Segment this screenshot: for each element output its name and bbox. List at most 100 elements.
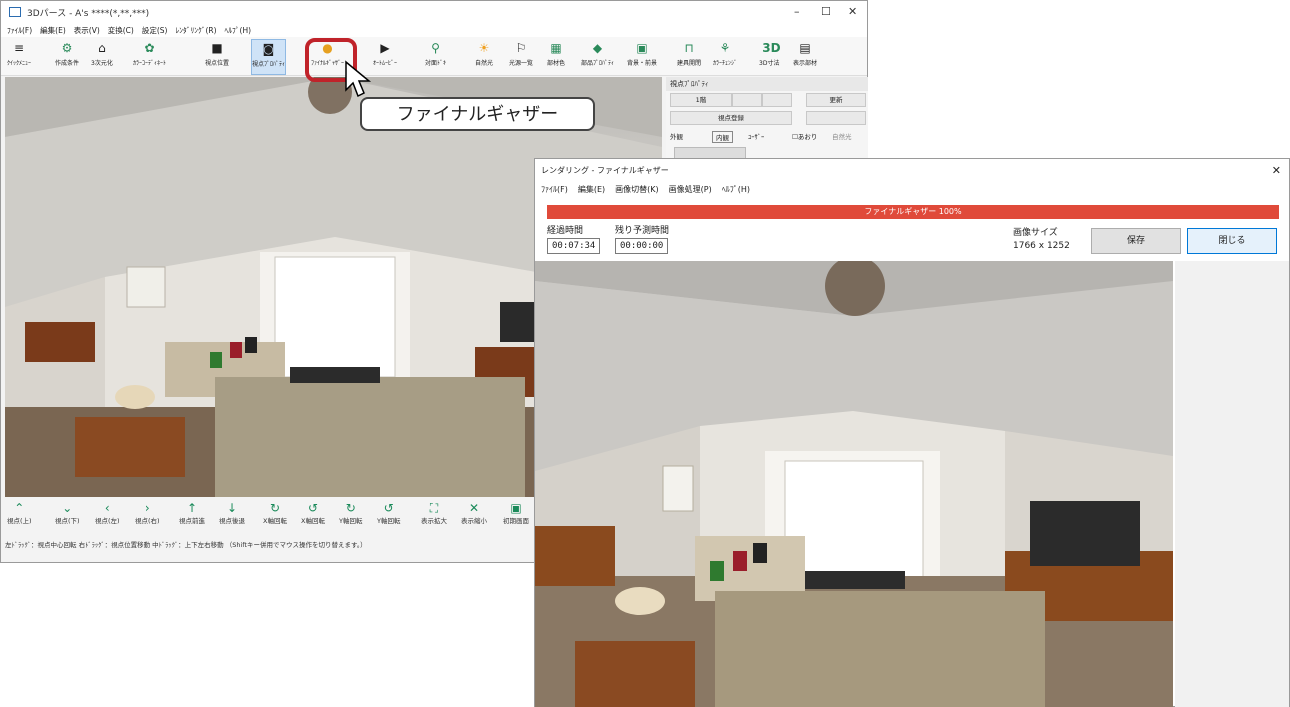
home-icon: ▣ — [510, 501, 522, 515]
display-parts-icon: ▤ — [799, 41, 811, 55]
toolbar-label: 視点ﾌﾟﾛﾊﾟﾃｨ — [252, 61, 286, 68]
view-backward-button[interactable]: ↓ 視点後退 — [219, 501, 245, 525]
toolbar-part-property[interactable]: ◆ 部品ﾌﾟﾛﾊﾟﾃｨ — [581, 39, 614, 73]
home-view-button[interactable]: ▣ 初期画面 — [503, 501, 529, 525]
rendered-room-scene — [535, 261, 1173, 707]
save-button[interactable]: 保存 — [1091, 228, 1181, 254]
floor-down-button[interactable] — [762, 93, 792, 107]
elapsed-label: 経過時間 — [547, 226, 584, 236]
menu-edit[interactable]: 編集(E) — [40, 25, 66, 36]
toolbar-natural-light[interactable]: ☀ 自然光 — [475, 39, 493, 73]
x-rotate-reverse-button[interactable]: ↺ X軸回転 — [301, 501, 325, 525]
view-forward-button[interactable]: ↑ 視点前進 — [179, 501, 205, 525]
floor-up-button[interactable] — [732, 93, 762, 107]
render-progress-bar: ファイナルギャザー 100% — [547, 205, 1279, 219]
render-title-bar: レンダリング - ファイナルギャザー ✕ — [535, 159, 1289, 181]
menu-file[interactable]: ﾌｧｲﾙ(F) — [7, 25, 32, 36]
bottom-button-label: 視点後退 — [219, 517, 245, 525]
bottom-button-label: 表示拡大 — [421, 517, 447, 525]
view-down-button[interactable]: ⌄ 視点(下) — [55, 501, 80, 525]
bottom-button-label: 視点(下) — [55, 517, 80, 525]
render-close-icon[interactable]: ✕ — [1272, 164, 1281, 177]
render-menu-file[interactable]: ﾌｧｲﾙ(F) — [541, 184, 568, 195]
menu-settings[interactable]: 設定(S) — [142, 25, 168, 36]
bottom-button-label: 視点(右) — [135, 517, 160, 525]
bottom-button-label: Y軸回転 — [377, 517, 401, 525]
render-menu-edit[interactable]: 編集(E) — [578, 184, 605, 195]
3d-convert-icon: ⌂ — [98, 41, 106, 55]
menu-help[interactable]: ﾍﾙﾌﾟ(H) — [225, 25, 252, 36]
y-rotate-button[interactable]: ↻ Y軸回転 — [339, 501, 362, 525]
view-right-button[interactable]: › 視点(右) — [135, 501, 160, 525]
x-rotate-button[interactable]: ↻ X軸回転 — [263, 501, 287, 525]
bottom-button-label: 初期画面 — [503, 517, 529, 525]
toolbar-face[interactable]: ⚲ 対面ﾄﾞｷ — [425, 39, 446, 73]
close-button[interactable]: ✕ — [848, 5, 857, 18]
bottom-button-label: 視点前進 — [179, 517, 205, 525]
toolbar-label: 自然光 — [475, 60, 494, 67]
light-list-icon: ⚐ — [515, 41, 527, 55]
app-icon — [9, 7, 21, 17]
toolbar-material-color[interactable]: ▦ 部材色 — [547, 39, 565, 73]
toolbar-background[interactable]: ▣ 背景・前景 — [627, 39, 657, 73]
close-render-button[interactable]: 閉じる — [1187, 228, 1277, 254]
toolbar-auto-movie[interactable]: ▶ ｵｰﾄﾑｰﾋﾞｰ — [373, 39, 397, 73]
toolbar-view-position[interactable]: ■ 視点位置 — [205, 39, 229, 73]
panel-header: 視点ﾌﾟﾛﾊﾟﾃｨ — [666, 77, 868, 91]
toolbar-label: 対面ﾄﾞｷ — [425, 60, 447, 67]
toolbar-label: ｵｰﾄﾑｰﾋﾞｰ — [373, 60, 398, 67]
backward-icon: ↓ — [226, 501, 238, 515]
color-coordinate-icon: ✿ — [144, 41, 155, 55]
toolbar-label: ｸｲｯｸﾒﾆｭｰ — [7, 60, 32, 67]
maximize-button[interactable]: ☐ — [821, 5, 831, 18]
tab-user[interactable]: ﾕｰｻﾞｰ — [748, 131, 764, 141]
toolbar-display-parts[interactable]: ▤ 表示部材 — [793, 39, 817, 73]
render-menu-image-switch[interactable]: 画像切替(K) — [615, 184, 659, 195]
toolbar-label: ｶﾗｰｺｰﾃﾞｨﾈｰﾄ — [133, 60, 167, 67]
natural-light-label: 自然光 — [832, 133, 852, 141]
render-menu-help[interactable]: ﾍﾙﾌﾟ(H) — [722, 184, 750, 195]
main-toolbar: ≡ ｸｲｯｸﾒﾆｭｰ ⚙ 作成条件 ⌂ 3次元化 ✿ ｶﾗｰｺｰﾃﾞｨﾈｰﾄ ■ 視点位置… — [1, 37, 867, 76]
toolbar-light-list[interactable]: ⚐ 光源一覧 — [509, 39, 533, 73]
main-window-title: 3Dパース - A's ****(*,**,***) — [27, 8, 150, 19]
render-side-area — [1175, 261, 1289, 707]
image-size-value: 1766 x 1252 — [1013, 241, 1070, 251]
disabled-button — [806, 111, 866, 125]
toolbar-label: 部材色 — [547, 60, 566, 67]
tilt-checkbox[interactable]: ☐あおり — [792, 131, 817, 141]
toolbar-label: 作成条件 — [55, 60, 80, 67]
y-rotate-reverse-button[interactable]: ↺ Y軸回転 — [377, 501, 400, 525]
toolbar-conditions[interactable]: ⚙ 作成条件 — [55, 39, 79, 73]
toolbar-label: ｶﾗｰﾁｪﾝｼﾞ — [713, 60, 738, 67]
menu-view[interactable]: 表示(V) — [74, 25, 100, 36]
bottom-button-label: X軸回転 — [301, 517, 325, 525]
menu-rendering[interactable]: ﾚﾝﾀﾞﾘﾝｸﾞ(R) — [175, 25, 216, 36]
zoom-out-button[interactable]: ✕ 表示縮小 — [461, 501, 487, 525]
view-left-button[interactable]: ‹ 視点(左) — [95, 501, 120, 525]
tab-interior[interactable]: 内観 — [712, 131, 733, 143]
toolbar-label: 3次元化 — [91, 60, 113, 67]
minimize-button[interactable]: – — [794, 5, 800, 18]
update-button[interactable]: 更新 — [806, 93, 866, 107]
tab-exterior[interactable]: 外観 — [670, 131, 683, 141]
remaining-label: 残り予測時間 — [615, 226, 670, 236]
toolbar-door[interactable]: ⊓ 建具開閉 — [677, 39, 701, 73]
toolbar-quick-menu[interactable]: ≡ ｸｲｯｸﾒﾆｭｰ — [7, 39, 31, 73]
floor-button[interactable]: 1階 — [670, 93, 732, 107]
arrow-left-icon: ‹ — [104, 501, 110, 515]
toolbar-3d-convert[interactable]: ⌂ 3次元化 — [91, 39, 113, 73]
toolbar-color-change[interactable]: ⚘ ｶﾗｰﾁｪﾝｼﾞ — [713, 39, 737, 73]
register-view-button[interactable]: 視点登録 — [670, 111, 792, 125]
render-menu-image-process[interactable]: 画像処理(P) — [669, 184, 712, 195]
toolbar-view-property[interactable]: ◙ 視点ﾌﾟﾛﾊﾟﾃｨ — [251, 39, 287, 75]
menu-convert[interactable]: 変換(C) — [108, 25, 134, 36]
main-title-bar: 3Dパース - A's ****(*,**,***) – ☐ ✕ — [1, 1, 867, 23]
view-up-button[interactable]: ⌃ 視点(上) — [7, 501, 32, 525]
rendered-image — [535, 261, 1173, 707]
zoom-in-button[interactable]: ⛶ 表示拡大 — [421, 501, 447, 525]
y-rotate-icon: ↻ — [345, 501, 356, 515]
toolbar-3d-dimension[interactable]: 3D 3D寸法 — [759, 39, 781, 73]
toolbar-color-coordinate[interactable]: ✿ ｶﾗｰｺｰﾃﾞｨﾈｰﾄ — [133, 39, 166, 73]
callout-label: ファイナルギャザー — [360, 97, 595, 131]
arrow-right-icon: › — [144, 501, 150, 515]
